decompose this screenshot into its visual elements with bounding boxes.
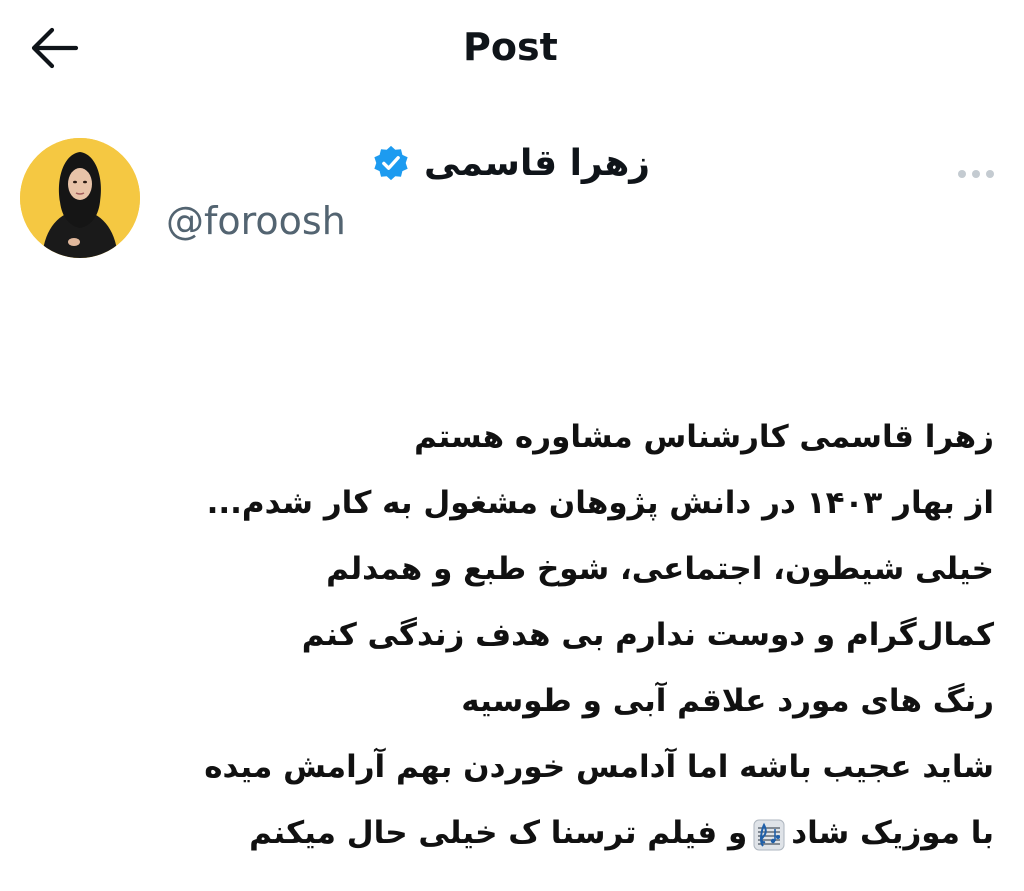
- post-text: زهرا قاسمی کارشناس مشاوره هستم از بهار ۱…: [94, 404, 994, 866]
- bio-line: از بهار ۱۴۰۳ در دانش پژوهان مشغول به کار…: [206, 485, 994, 521]
- bio-line: کمال‌گرام و دوست ندارم بی هدف زندگی کنم: [301, 617, 994, 653]
- user-handle[interactable]: @foroosh: [166, 196, 346, 246]
- top-bar: Post: [0, 0, 1024, 100]
- bio-line-last-end: و فیلم ترسنا ک خیلی حال میکنم: [249, 815, 748, 851]
- verified-badge-icon: [374, 145, 408, 181]
- avatar[interactable]: [20, 138, 140, 258]
- arrow-left-icon: [31, 27, 79, 69]
- bio-line: زهرا قاسمی کارشناس مشاوره هستم: [414, 419, 994, 455]
- author-name-row: زهرا قاسمی: [150, 136, 650, 190]
- back-button[interactable]: [26, 24, 82, 72]
- bio-line: خیلی شیطون، اجتماعی، شوخ طبع و همدلم: [326, 551, 994, 587]
- bio-line-last-start: با موزیک شاد: [791, 815, 994, 851]
- page-title: Post: [463, 25, 558, 69]
- display-name[interactable]: زهرا قاسمی: [424, 143, 650, 184]
- bio-line-last: با موزیک شاد و فیلم ترسنا ک خیلی حال میک…: [94, 800, 994, 866]
- bio-line: رنگ های مورد علاقم آبی و طوسیه: [461, 683, 994, 719]
- more-horizontal-icon: [958, 170, 994, 178]
- musical-score-icon: [753, 819, 785, 850]
- avatar-image: [20, 138, 140, 258]
- more-options-button[interactable]: [952, 160, 1000, 188]
- bio-line: شاید عجیب باشه اما آدامس خوردن بهم آرامش…: [204, 749, 994, 785]
